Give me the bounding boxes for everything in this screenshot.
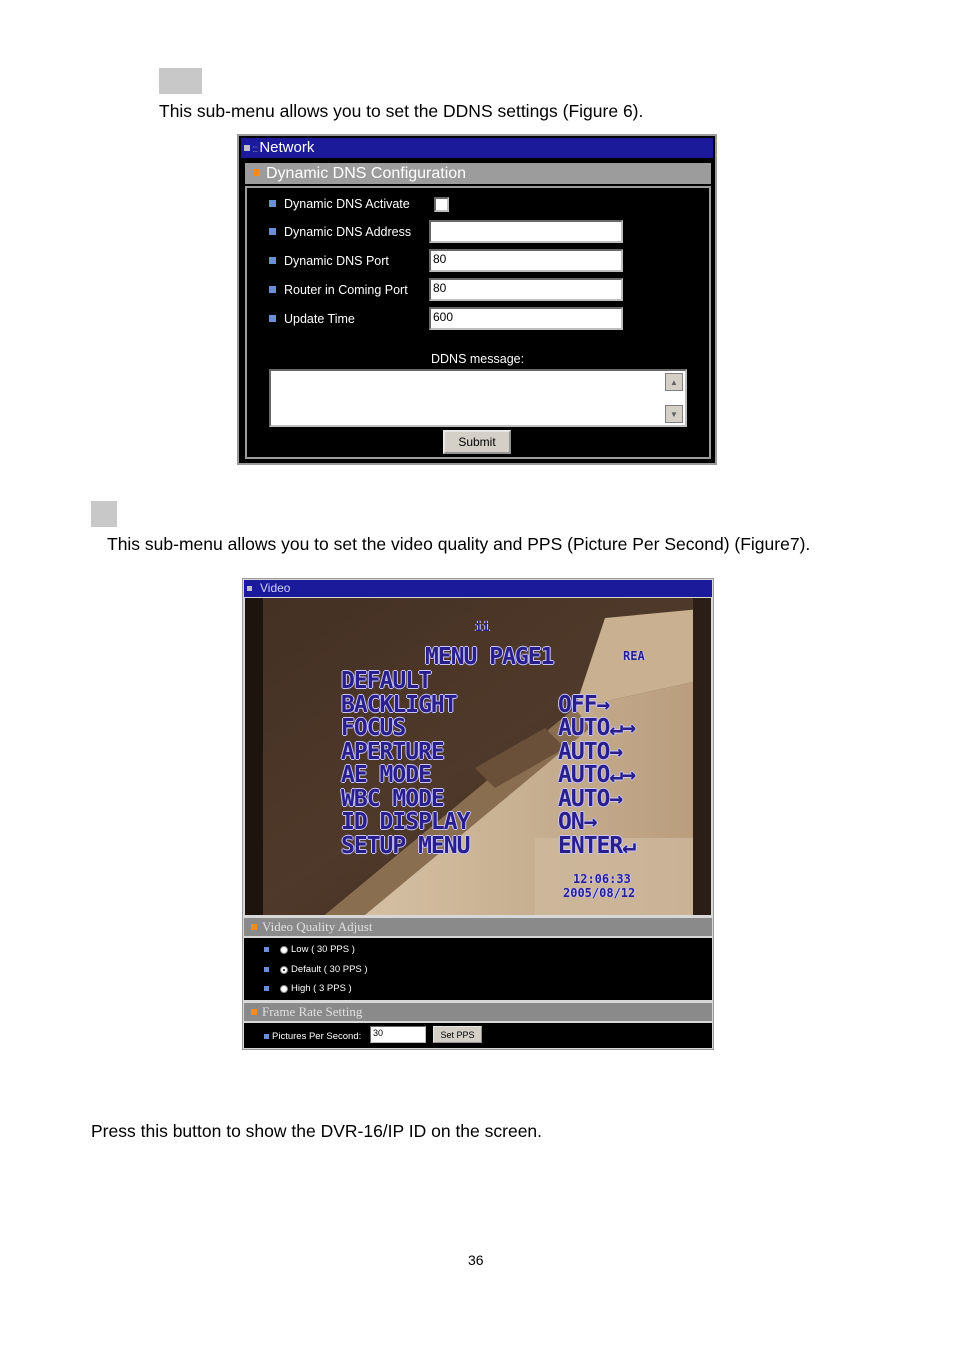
osd-item: DEFAULT bbox=[341, 668, 432, 694]
osd-top-right: REA bbox=[623, 649, 645, 663]
network-window-title: Network bbox=[259, 139, 315, 156]
osd-timestamp-time: 12:06:33 bbox=[573, 872, 631, 886]
osd-item: ID DISPLAY bbox=[341, 809, 470, 835]
frame-rate-section-bar: Frame Rate Setting bbox=[244, 1003, 712, 1021]
set-pps-button[interactable]: Set PPS bbox=[433, 1026, 482, 1043]
ddns-activate-label: Dynamic DNS Activate bbox=[269, 197, 410, 211]
bullet-icon bbox=[264, 986, 269, 991]
square-icon bbox=[244, 145, 250, 151]
bullet-icon bbox=[264, 967, 269, 972]
osd-value: AUTO→ bbox=[558, 785, 623, 812]
bullet-icon bbox=[269, 315, 276, 322]
osd-menu-values: OFF→ AUTO↵→ AUTO→ AUTO↵→ AUTO→ ON→ ENTER… bbox=[558, 670, 636, 859]
osd-timestamp-date: 2005/08/12 bbox=[563, 886, 636, 900]
ddns-message-textarea[interactable]: ▲ ▼ bbox=[269, 369, 687, 427]
ddns-address-input[interactable] bbox=[429, 220, 623, 243]
osd-value: AUTO↵→ bbox=[558, 762, 636, 788]
bullet-icon bbox=[269, 200, 276, 207]
ddns-activate-checkbox[interactable] bbox=[434, 197, 449, 212]
section-marker-icon bbox=[251, 1009, 257, 1015]
bullet-icon bbox=[264, 1034, 269, 1039]
quality-option-low[interactable]: Low ( 30 PPS ) bbox=[264, 944, 355, 955]
bullet-icon bbox=[269, 228, 276, 235]
osd-item: WBC MODE bbox=[341, 785, 445, 812]
submit-button[interactable]: Submit bbox=[443, 430, 511, 454]
ddns-message-label: DDNS message: bbox=[431, 352, 525, 366]
id-display-description: Press this button to show the DVR-16/IP … bbox=[91, 1121, 543, 1141]
osd-value: OFF→ bbox=[558, 691, 610, 718]
square-icon bbox=[247, 586, 252, 591]
osd-item: BACKLIGHT bbox=[341, 691, 458, 718]
radio-high[interactable] bbox=[280, 984, 288, 993]
router-port-label: Router in Coming Port bbox=[269, 283, 408, 297]
radio-default[interactable] bbox=[280, 965, 288, 974]
osd-value: ON→ bbox=[558, 809, 598, 835]
router-port-input[interactable]: 80 bbox=[429, 278, 623, 301]
scroll-down-arrow-icon[interactable]: ▼ bbox=[665, 405, 683, 423]
ddns-section-bar: Dynamic DNS Configuration bbox=[245, 163, 711, 184]
section-marker-icon bbox=[251, 924, 257, 930]
section-heading-placeholder bbox=[159, 68, 202, 94]
bullet-icon bbox=[264, 947, 269, 952]
video-quality-panel: Low ( 30 PPS ) Default ( 30 PPS ) High (… bbox=[244, 938, 712, 1000]
ddns-section-title: Dynamic DNS Configuration bbox=[266, 165, 467, 182]
ddns-port-input[interactable]: 80 bbox=[429, 249, 623, 272]
video-quality-section-bar: Video Quality Adjust bbox=[244, 918, 712, 936]
pps-input[interactable]: 30 bbox=[370, 1026, 426, 1043]
osd-value: AUTO→ bbox=[558, 738, 623, 765]
video-title-bar: Video bbox=[244, 580, 712, 597]
osd-menu-items: DEFAULT BACKLIGHT FOCUS APERTURE AE MODE… bbox=[341, 668, 470, 859]
osd-value: ENTER↵ bbox=[558, 832, 636, 859]
ddns-form-panel: Dynamic DNS Activate Dynamic DNS Address… bbox=[245, 186, 711, 459]
video-window-title: Video bbox=[260, 581, 291, 595]
video-window: Video ii MENU PAGE1 REA DEFAULT BACKLIGH… bbox=[242, 578, 714, 1050]
osd-value bbox=[558, 670, 635, 694]
osd-top-marker: ii bbox=[475, 620, 490, 634]
osd-item: SETUP MENU bbox=[341, 832, 470, 859]
radio-low[interactable] bbox=[280, 945, 288, 954]
frame-rate-panel: Pictures Per Second: 30 Set PPS bbox=[244, 1023, 712, 1048]
update-time-label: Update Time bbox=[269, 312, 355, 326]
page-number: 36 bbox=[468, 1252, 484, 1268]
osd-item: APERTURE bbox=[341, 738, 445, 765]
quality-option-default[interactable]: Default ( 30 PPS ) bbox=[264, 964, 368, 975]
network-title-bar: ::: Network bbox=[241, 138, 713, 158]
pps-label: Pictures Per Second: bbox=[264, 1031, 361, 1042]
osd-item: FOCUS bbox=[341, 715, 406, 741]
bullet-icon bbox=[269, 286, 276, 293]
update-time-input[interactable]: 600 bbox=[429, 307, 623, 330]
osd-item: AE MODE bbox=[341, 762, 432, 788]
ddns-description: This sub-menu allows you to set the DDNS… bbox=[159, 101, 644, 121]
scroll-up-arrow-icon[interactable]: ▲ bbox=[665, 373, 683, 391]
camera-preview: ii MENU PAGE1 REA DEFAULT BACKLIGHT FOCU… bbox=[245, 598, 711, 915]
quality-option-high[interactable]: High ( 3 PPS ) bbox=[264, 983, 352, 994]
dots-icon: ::: bbox=[252, 144, 258, 155]
bullet-icon bbox=[269, 257, 276, 264]
ddns-address-label: Dynamic DNS Address bbox=[269, 225, 411, 239]
section-marker-icon bbox=[253, 169, 260, 176]
ddns-port-label: Dynamic DNS Port bbox=[269, 254, 389, 268]
network-ddns-window: ::: Network Dynamic DNS Configuration Dyn… bbox=[237, 134, 717, 465]
section-heading-placeholder bbox=[91, 501, 117, 527]
osd-page-title: MENU PAGE1 bbox=[425, 644, 554, 670]
osd-value: AUTO↵→ bbox=[558, 715, 636, 741]
video-description: This sub-menu allows you to set the vide… bbox=[107, 534, 811, 554]
